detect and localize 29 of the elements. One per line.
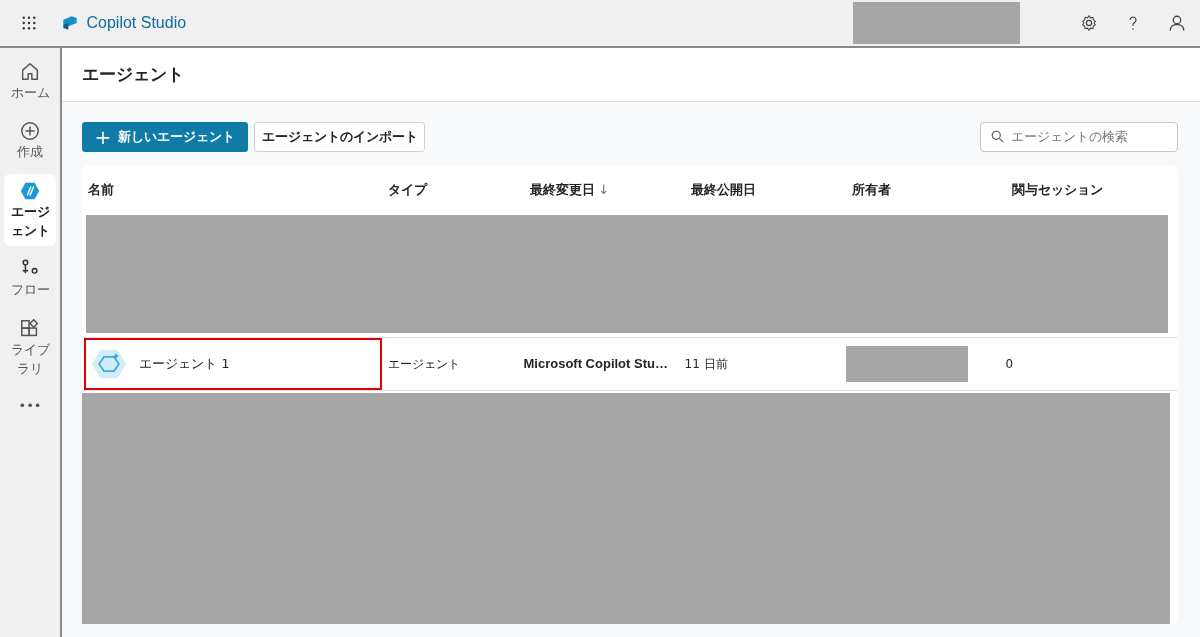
nav-item[interactable]: 作成 (4, 114, 56, 167)
column-header[interactable]: 最終公開日 (691, 179, 756, 200)
home-icon (19, 60, 41, 83)
nav-item[interactable]: フロー (4, 252, 56, 305)
nav-item[interactable]: ライブラリ (4, 311, 56, 384)
table-cell: エージェント (388, 356, 460, 371)
column-header[interactable]: 最終変更日 (530, 179, 595, 200)
settings-icon[interactable] (1080, 14, 1098, 32)
sort-indicator[interactable]: ↓ (598, 179, 610, 200)
table-cell: 11 日前 (684, 356, 728, 371)
column-header[interactable]: 名前 (88, 179, 114, 200)
nav-item[interactable]: ホーム (4, 54, 56, 108)
more-button[interactable]: ••• (4, 390, 56, 422)
table-cell: 0 (1005, 356, 1014, 371)
profile-icon[interactable] (1168, 14, 1186, 32)
search-icon (990, 128, 1005, 144)
import-agent-button[interactable]: エージェントのインポート (254, 121, 426, 152)
column-header[interactable]: 所有者 (852, 179, 891, 200)
nav-item[interactable]: エージェント (4, 173, 56, 246)
new-agent-button[interactable]: + 新しいエージェント (81, 121, 248, 152)
app-title: Copilot Studio (86, 13, 187, 33)
column-header[interactable]: タイプ (388, 179, 427, 200)
column-header[interactable]: 関与セッション (1012, 179, 1103, 200)
page-title: エージェント (81, 62, 184, 86)
plus-circle-icon (19, 120, 41, 142)
search-field[interactable]: エージェントの検索 (980, 121, 1178, 152)
table-cell: Microsoft Copilot Stu… (523, 355, 668, 371)
app-launcher-icon[interactable] (20, 14, 38, 32)
agent-name[interactable]: エージェント 1 (139, 353, 230, 374)
